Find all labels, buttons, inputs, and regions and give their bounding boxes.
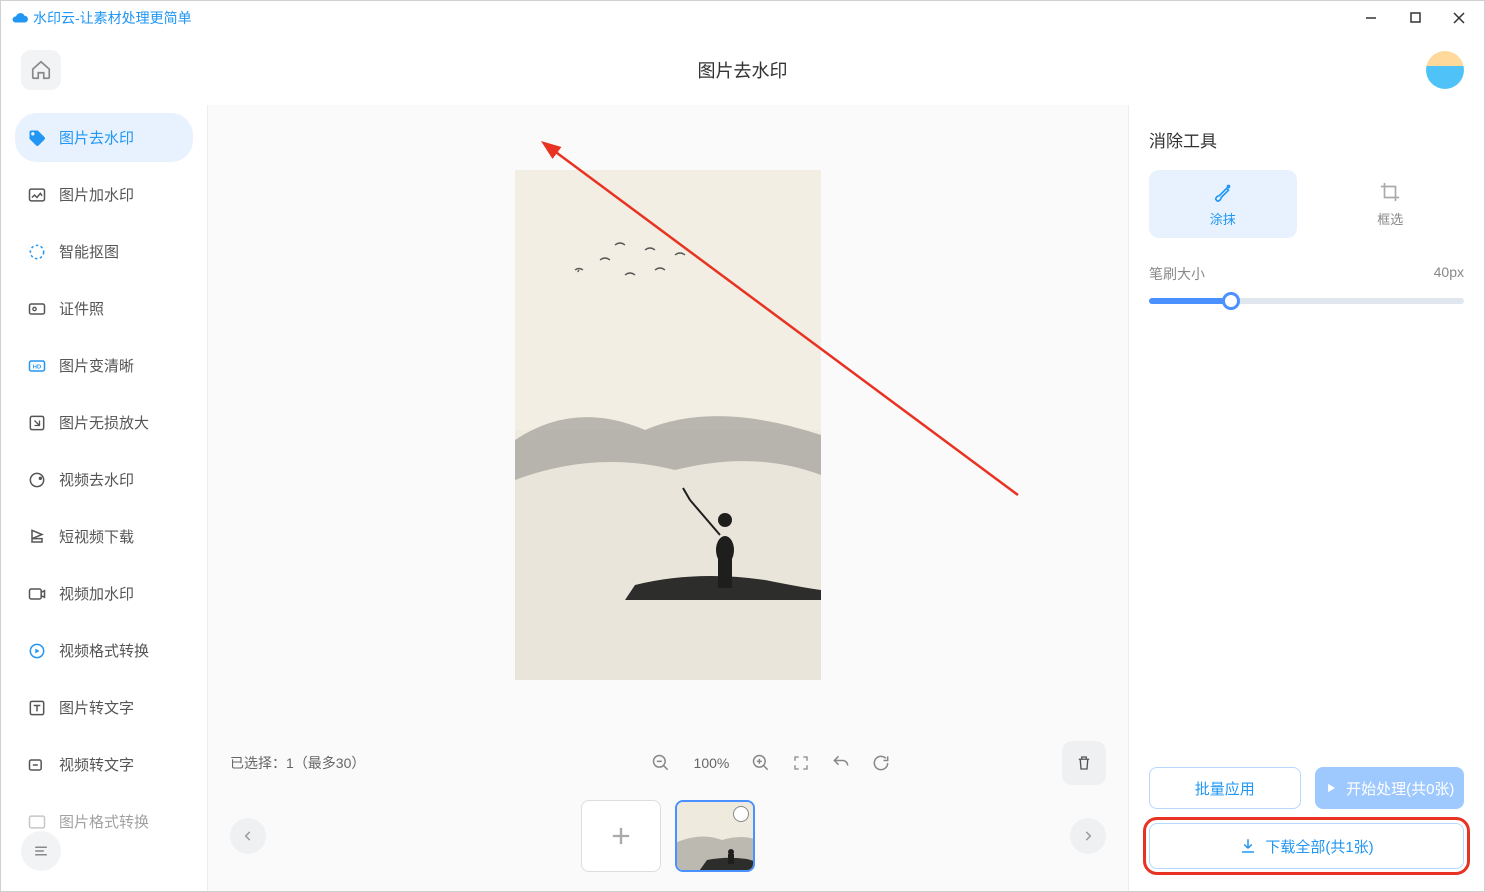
sidebar-collapse-button[interactable]: [21, 831, 61, 871]
add-image-button[interactable]: [581, 800, 661, 872]
download-all-button[interactable]: 下载全部(共1张): [1149, 823, 1464, 869]
id-card-icon: [27, 299, 47, 319]
sidebar-item-label: 图片去水印: [59, 127, 134, 148]
slider-fill: [1149, 298, 1231, 304]
sidebar-item-remove-video-watermark[interactable]: 视频去水印: [15, 455, 193, 504]
delete-button[interactable]: [1062, 741, 1106, 785]
sidebar-item-id-photo[interactable]: 证件照: [15, 284, 193, 333]
sidebar-item-label: 视频格式转换: [59, 640, 149, 661]
svg-text:HD: HD: [33, 364, 41, 370]
image-convert-icon: [27, 812, 47, 832]
sidebar-item-label: 图片变清晰: [59, 355, 134, 376]
main-area: 已选择：1（最多30） 100%: [207, 105, 1128, 891]
canvas-area[interactable]: [208, 115, 1128, 735]
app-logo: 水印云-让素材处理更简单: [11, 8, 192, 28]
sidebar-item-image-upscale[interactable]: 图片无损放大: [15, 398, 193, 447]
header: 图片去水印: [1, 35, 1484, 105]
sidebar-item-label: 智能抠图: [59, 241, 119, 262]
thumbnail-item[interactable]: [675, 800, 755, 872]
sidebar: 图片去水印 图片加水印 智能抠图 证件照 HD 图片变清晰 图片无损放大 视频去…: [1, 105, 207, 891]
tag-icon: [27, 128, 47, 148]
slider-handle[interactable]: [1222, 292, 1240, 310]
sidebar-item-add-video-watermark[interactable]: 视频加水印: [15, 569, 193, 618]
sidebar-item-add-image-watermark[interactable]: 图片加水印: [15, 170, 193, 219]
thumbnail-checkbox[interactable]: [733, 806, 749, 822]
sidebar-item-label: 视频去水印: [59, 469, 134, 490]
minimize-button[interactable]: [1364, 11, 1378, 25]
sidebar-item-label: 图片格式转换: [59, 811, 149, 832]
sidebar-item-label: 视频转文字: [59, 754, 134, 775]
home-icon: [30, 59, 52, 81]
zoom-out-button[interactable]: [650, 752, 672, 774]
sidebar-item-label: 图片转文字: [59, 697, 134, 718]
selection-status: 已选择：1（最多30）: [230, 753, 365, 773]
tools-panel: 消除工具 涂抹 框选 笔刷大小 40px 批量应用 开始处理(: [1128, 105, 1484, 891]
annotation-arrow: [538, 135, 1038, 505]
app-title: 水印云-让素材处理更简单: [33, 8, 192, 28]
tool-tab-rect[interactable]: 框选: [1317, 170, 1465, 238]
sidebar-item-video-download[interactable]: 短视频下载: [15, 512, 193, 561]
thumbnail-strip: [208, 791, 1128, 881]
page-title: 图片去水印: [698, 57, 788, 83]
sidebar-item-label: 短视频下载: [59, 526, 134, 547]
maximize-button[interactable]: [1408, 11, 1422, 25]
sidebar-item-image-enhance[interactable]: HD 图片变清晰: [15, 341, 193, 390]
brush-icon: [1212, 181, 1234, 203]
batch-apply-button[interactable]: 批量应用: [1149, 767, 1301, 809]
prev-thumbnail-button[interactable]: [230, 818, 266, 854]
tool-tab-brush[interactable]: 涂抹: [1149, 170, 1297, 238]
sidebar-item-label: 图片无损放大: [59, 412, 149, 433]
tool-tab-label: 涂抹: [1210, 209, 1236, 228]
sidebar-item-label: 图片加水印: [59, 184, 134, 205]
close-button[interactable]: [1452, 11, 1466, 25]
sidebar-item-image-ocr[interactable]: 图片转文字: [15, 683, 193, 732]
play-icon: [1324, 781, 1338, 795]
sidebar-item-ai-cutout[interactable]: 智能抠图: [15, 227, 193, 276]
sidebar-item-remove-image-watermark[interactable]: 图片去水印: [15, 113, 193, 162]
video-text-icon: [27, 755, 47, 775]
brush-size-label: 笔刷大小: [1149, 264, 1205, 284]
brush-size-slider[interactable]: [1149, 298, 1464, 304]
text-icon: [27, 698, 47, 718]
start-process-button[interactable]: 开始处理(共0张): [1315, 767, 1465, 809]
scissors-icon: [27, 242, 47, 262]
hd-icon: HD: [27, 356, 47, 376]
avatar[interactable]: [1426, 51, 1464, 89]
convert-icon: [27, 641, 47, 661]
tool-tab-label: 框选: [1377, 209, 1403, 228]
undo-button[interactable]: [830, 752, 852, 774]
video-minus-icon: [27, 470, 47, 490]
trash-icon: [1075, 754, 1093, 772]
sidebar-item-label: 视频加水印: [59, 583, 134, 604]
sidebar-item-video-to-text[interactable]: 视频转文字: [15, 740, 193, 789]
download-icon: [27, 527, 47, 547]
image-plus-icon: [27, 185, 47, 205]
expand-icon: [27, 413, 47, 433]
menu-icon: [32, 842, 50, 860]
crop-icon: [1379, 181, 1401, 203]
video-plus-icon: [27, 584, 47, 604]
reset-button[interactable]: [870, 752, 892, 774]
sidebar-item-video-convert[interactable]: 视频格式转换: [15, 626, 193, 675]
home-button[interactable]: [21, 50, 61, 90]
brush-size-value: 40px: [1434, 264, 1464, 284]
sidebar-item-label: 证件照: [59, 298, 104, 319]
titlebar: 水印云-让素材处理更简单: [1, 1, 1484, 35]
zoom-in-button[interactable]: [750, 752, 772, 774]
panel-title: 消除工具: [1149, 127, 1464, 152]
plus-icon: [607, 822, 635, 850]
zoom-level: 100%: [690, 755, 732, 771]
next-thumbnail-button[interactable]: [1070, 818, 1106, 854]
fullscreen-button[interactable]: [790, 752, 812, 774]
cloud-icon: [11, 9, 29, 27]
download-icon: [1239, 837, 1257, 855]
canvas-toolbar: 已选择：1（最多30） 100%: [208, 735, 1128, 791]
